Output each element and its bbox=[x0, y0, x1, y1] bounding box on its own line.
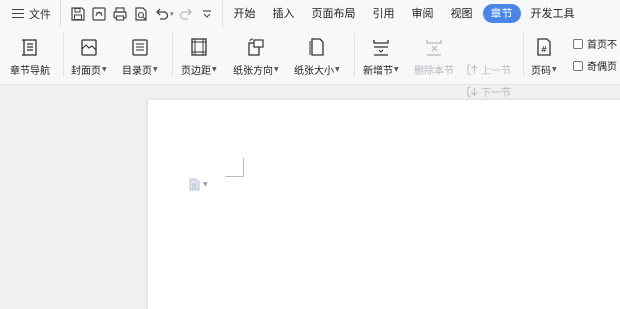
ribbon-tabs: 开始 插入 页面布局 引用 审阅 视图 章节 开发工具 bbox=[221, 0, 585, 27]
caret-down-icon: ▼ bbox=[335, 66, 340, 73]
tab-page-layout[interactable]: 页面布局 bbox=[305, 4, 363, 23]
page-number-button[interactable]: # 页码 ▼ bbox=[531, 31, 557, 79]
paragraph-options-button[interactable]: ▼ bbox=[189, 178, 208, 191]
document-icon bbox=[189, 178, 200, 191]
divider bbox=[172, 33, 173, 77]
save-icon[interactable] bbox=[67, 0, 88, 27]
toc-page-label: 目录页 bbox=[122, 66, 152, 77]
toc-page-icon bbox=[130, 31, 150, 57]
delete-section-icon bbox=[424, 31, 444, 57]
checkbox-box[interactable] bbox=[573, 60, 583, 71]
new-section-icon bbox=[371, 31, 391, 57]
print-icon[interactable] bbox=[109, 0, 130, 27]
orientation-label: 纸张方向 bbox=[233, 66, 273, 77]
new-section-button[interactable]: 新增节 ▼ bbox=[363, 31, 399, 79]
tab-view[interactable]: 视图 bbox=[444, 4, 480, 23]
checkbox-box[interactable] bbox=[573, 38, 583, 49]
divider bbox=[523, 33, 524, 77]
orientation-icon bbox=[246, 31, 266, 57]
tab-references[interactable]: 引用 bbox=[366, 4, 402, 23]
menu-bar: 文件 ▾ 开始 插入 页面布局 引用 审阅 视图 章节 开发工具 bbox=[0, 0, 620, 27]
chapter-nav-button[interactable]: 章节导航 bbox=[10, 31, 50, 79]
first-page-diff-checkbox[interactable]: 首页不 bbox=[573, 36, 617, 51]
cover-page-label: 封面页 bbox=[71, 66, 101, 77]
tab-review[interactable]: 审阅 bbox=[405, 4, 441, 23]
new-section-label: 新增节 bbox=[363, 66, 393, 77]
page-number-icon: # bbox=[534, 31, 554, 57]
undo-icon[interactable] bbox=[151, 0, 172, 27]
tab-developer[interactable]: 开发工具 bbox=[524, 4, 582, 23]
next-section-button[interactable]: 下一节 bbox=[466, 84, 511, 99]
divider bbox=[354, 33, 355, 77]
margins-button[interactable]: 页边距 ▼ bbox=[181, 31, 217, 79]
cover-page-button[interactable]: 封面页 ▼ bbox=[71, 31, 107, 79]
caret-down-icon: ▼ bbox=[394, 66, 399, 73]
svg-text:#: # bbox=[540, 45, 547, 54]
toc-page-button[interactable]: 目录页 ▼ bbox=[122, 31, 158, 79]
ribbon-toolbar: 章节导航 封面页 ▼ 目录页 ▼ 页边距 ▼ 纸张方向 ▼ 纸张大小 ▼ 新增节… bbox=[0, 27, 620, 99]
quick-access-toolbar: ▾ bbox=[60, 0, 218, 27]
paper-size-icon bbox=[307, 31, 327, 57]
cover-page-icon bbox=[79, 31, 99, 57]
next-section-icon bbox=[467, 86, 478, 97]
customize-toolbar-icon[interactable] bbox=[197, 0, 218, 27]
delete-section-label: 删除本节 bbox=[414, 66, 454, 77]
divider bbox=[63, 33, 64, 77]
orientation-button[interactable]: 纸张方向 ▼ bbox=[233, 31, 279, 79]
caret-down-icon: ▼ bbox=[552, 66, 557, 73]
caret-down-icon: ▼ bbox=[102, 66, 107, 73]
paper-size-button[interactable]: 纸张大小 ▼ bbox=[294, 31, 340, 79]
prev-section-icon bbox=[467, 64, 478, 75]
tab-insert[interactable]: 插入 bbox=[266, 4, 302, 23]
tab-section[interactable]: 章节 bbox=[482, 4, 521, 23]
chapter-nav-label: 章节导航 bbox=[10, 66, 50, 77]
export-pdf-icon[interactable] bbox=[88, 0, 109, 27]
caret-down-icon: ▼ bbox=[203, 181, 208, 188]
caret-down-icon: ▼ bbox=[212, 66, 217, 73]
first-page-diff-label: 首页不 bbox=[587, 40, 617, 51]
prev-section-button[interactable]: 上一节 bbox=[466, 62, 511, 77]
caret-down-icon: ▼ bbox=[153, 66, 158, 73]
file-menu-label: 文件 bbox=[29, 7, 51, 21]
document-page[interactable] bbox=[148, 100, 620, 309]
prev-section-label: 上一节 bbox=[481, 66, 511, 77]
print-preview-icon[interactable] bbox=[130, 0, 151, 27]
page-number-label: 页码 bbox=[531, 66, 551, 77]
delete-section-button[interactable]: 删除本节 bbox=[414, 31, 454, 79]
next-section-label: 下一节 bbox=[481, 88, 511, 99]
odd-even-diff-checkbox[interactable]: 奇偶页 bbox=[573, 58, 617, 73]
margins-label: 页边距 bbox=[181, 66, 211, 77]
tab-home[interactable]: 开始 bbox=[227, 4, 263, 23]
odd-even-diff-label: 奇偶页 bbox=[587, 62, 617, 73]
margins-icon bbox=[189, 31, 209, 57]
undo-dropdown-icon[interactable]: ▾ bbox=[170, 10, 174, 18]
chapter-nav-icon bbox=[20, 31, 40, 57]
redo-icon[interactable] bbox=[176, 0, 197, 27]
paper-size-label: 纸张大小 bbox=[294, 66, 334, 77]
margin-corner-mark bbox=[225, 158, 244, 177]
file-menu[interactable]: 文件 bbox=[0, 6, 60, 22]
hamburger-icon bbox=[12, 9, 24, 19]
caret-down-icon: ▼ bbox=[274, 66, 279, 73]
